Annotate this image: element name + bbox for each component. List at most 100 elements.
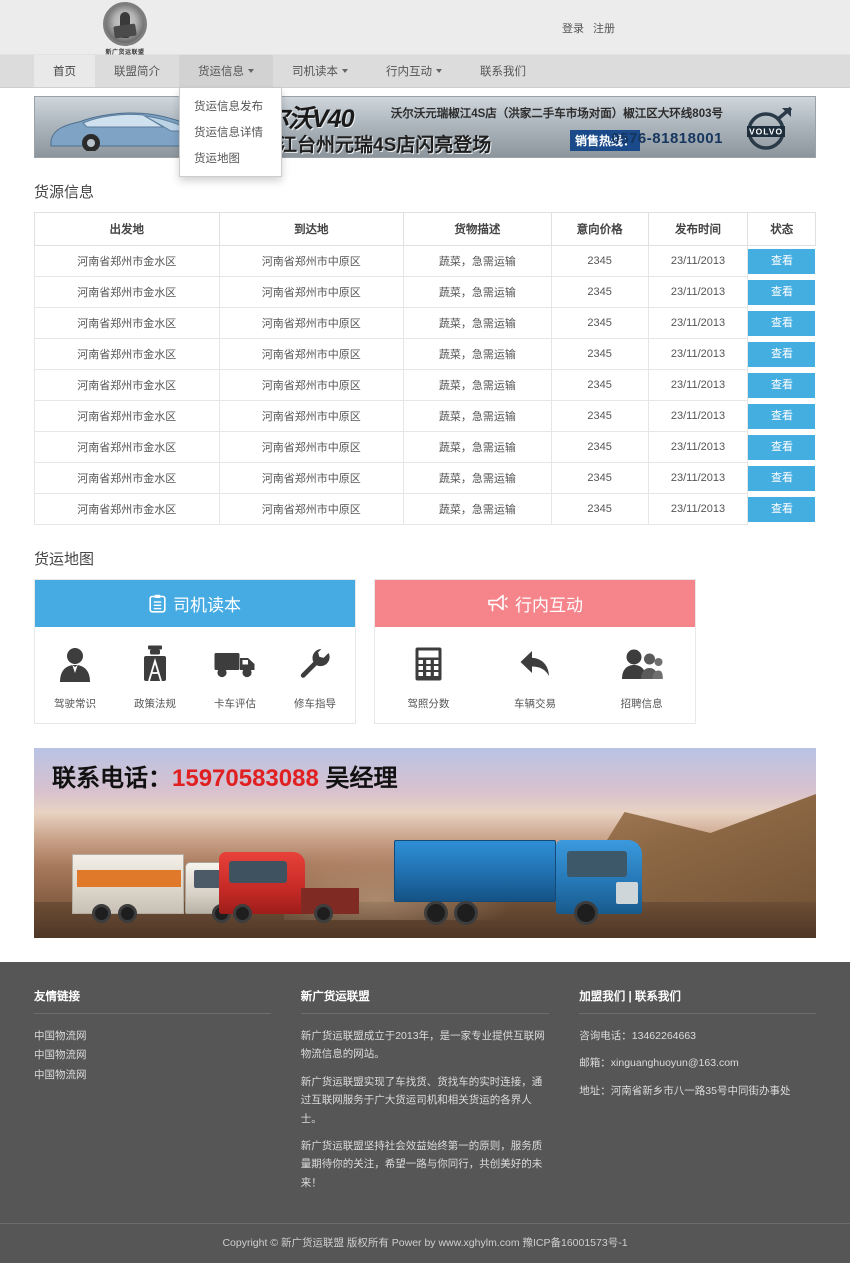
goods-cell-destination: 河南省郑州市中原区 (218, 338, 405, 370)
panel-cell-vehicle-trading[interactable]: 车辆交易 (482, 643, 589, 711)
panel-cell-recruitment-info[interactable]: 招聘信息 (588, 643, 695, 711)
goods-cell-origin: 河南省郑州市金水区 (34, 276, 220, 308)
industry-panel-header: 行内互动 (375, 580, 695, 627)
page-root: 新广货运联盟 登录 注册 首页 联盟简介 货运信息 货运信息发布 货运信息详情 … (0, 0, 850, 1263)
goods-cell-destination: 河南省郑州市中原区 (218, 276, 405, 308)
goods-cell-publishtime: 23/11/2013 (647, 493, 749, 525)
footer-link-item[interactable]: 中国物流网 (34, 1066, 271, 1085)
goods-cell-description: 蔬菜，急需运输 (403, 369, 552, 401)
nav-item-contact[interactable]: 联系我们 (461, 55, 545, 87)
goods-cell-publishtime: 23/11/2013 (647, 307, 749, 339)
nav-item-industry-interaction[interactable]: 行内互动 (367, 55, 461, 87)
goods-cell-origin: 河南省郑州市金水区 (34, 307, 220, 339)
view-details-button[interactable]: 查看 (748, 465, 816, 491)
footer-contact-heading: 加盟我们 | 联系我们 (579, 991, 681, 1003)
goods-cell-destination: 河南省郑州市中原区 (218, 431, 405, 463)
column-header-status: 状态 (747, 212, 816, 246)
panel-cell-license-points[interactable]: 驾照分数 (375, 643, 482, 711)
goods-cell-origin: 河南省郑州市金水区 (34, 431, 220, 463)
footer-links-heading: 友情链接 (34, 991, 80, 1003)
driver-handbook-panel: 司机读本 驾驶常识 政策法规 卡车评估 修车指导 (34, 579, 356, 724)
footer-link-item[interactable]: 中国物流网 (34, 1046, 271, 1065)
goods-cell-destination: 河南省郑州市中原区 (218, 307, 405, 339)
table-row: 河南省郑州市金水区 河南省郑州市中原区 蔬菜，急需运输 2345 23/11/2013 查… (34, 276, 816, 308)
nav-item-home[interactable]: 首页 (34, 55, 95, 87)
footer-about-paragraph: 新广货运联盟坚持社会效益始终第一的原则，服务质量期待你的关注，希望一路与你同行，… (300, 1139, 543, 1189)
top-header-bar: 新广货运联盟 登录 注册 (0, 0, 850, 56)
goods-information-table: 出发地 到达地 货物描述 意向价格 发布时间 状态 河南省郑州市金水区 河南省郑州… (34, 212, 816, 525)
panel-cell-truck-evaluation[interactable]: 卡车评估 (195, 643, 275, 711)
goods-cell-origin: 河南省郑州市金水区 (34, 245, 220, 277)
goods-cell-description: 蔬菜，急需运输 (403, 400, 552, 432)
view-details-button[interactable]: 查看 (748, 279, 816, 305)
person-icon (35, 643, 115, 685)
footer-contact-email: 邮箱：xinguanghuoyun@163.com (579, 1057, 739, 1070)
goods-cell-status: 查看 (747, 462, 816, 494)
dropdown-item-details[interactable]: 货运信息详情 (180, 119, 281, 145)
site-logo[interactable]: 新广货运联盟 (97, 2, 153, 56)
nav-item-about[interactable]: 联盟简介 (95, 55, 179, 87)
goods-cell-description: 蔬菜，急需运输 (403, 462, 552, 494)
register-link[interactable]: 注册 (593, 20, 615, 36)
industry-panel-heading: 行内互动 (515, 596, 583, 615)
view-details-button[interactable]: 查看 (748, 403, 816, 429)
goods-cell-description: 蔬菜，急需运输 (403, 307, 552, 339)
megaphone-icon (488, 594, 508, 612)
footer-link-item[interactable]: 中国物流网 (34, 1027, 271, 1046)
calculator-icon (375, 643, 482, 685)
footer-about-column: 新广货运联盟 新广货运联盟成立于2013年，是一家专业提供互联网物流信息的网站。… (300, 988, 550, 1201)
panel-cell-driving-knowledge[interactable]: 驾驶常识 (35, 643, 115, 711)
goods-cell-publishtime: 23/11/2013 (647, 245, 749, 277)
nav-item-freight-info[interactable]: 货运信息 货运信息发布 货运信息详情 货运地图 (179, 55, 282, 177)
goods-cell-price: 2345 (550, 431, 649, 463)
panel-cell-policy-regulations[interactable]: 政策法规 (115, 643, 195, 711)
view-details-button[interactable]: 查看 (748, 372, 816, 398)
panel-cell-label: 卡车评估 (214, 698, 256, 710)
volvo-advertisement-banner[interactable]: 沃尔沃V40 在浙江台州元瑞4S店闪亮登场 沃尔沃元瑞椒江4S店（洪家二手车市场… (34, 96, 816, 158)
goods-cell-price: 2345 (550, 462, 649, 494)
truck-contact-banner[interactable]: 联系电话：15970583088 吴经理 (34, 748, 816, 938)
copyright-bar: Copyright © 新广货运联盟 版权所有 Power by www.xgh… (0, 1223, 850, 1263)
view-details-button[interactable]: 查看 (748, 434, 816, 460)
goods-cell-price: 2345 (550, 369, 649, 401)
divider (300, 1013, 550, 1014)
goods-cell-origin: 河南省郑州市金水区 (34, 462, 220, 494)
table-row: 河南省郑州市金水区 河南省郑州市中原区 蔬菜，急需运输 2345 23/11/2013 查… (34, 369, 816, 401)
goods-cell-status: 查看 (747, 400, 816, 432)
driver-panel-body: 驾驶常识 政策法规 卡车评估 修车指导 (35, 627, 355, 723)
main-navigation: 首页 联盟简介 货运信息 货运信息发布 货运信息详情 货运地图 司机读本 行内互… (0, 55, 850, 177)
view-details-button[interactable]: 查看 (748, 341, 816, 367)
nav-item-label: 司机读本 (292, 66, 338, 78)
goods-cell-destination: 河南省郑州市中原区 (218, 462, 405, 494)
goods-cell-destination: 河南省郑州市中原区 (218, 369, 405, 401)
contact-manager: 吴经理 (325, 765, 398, 792)
table-row: 河南省郑州市金水区 河南省郑州市中原区 蔬菜，急需运输 2345 23/11/2013 查… (34, 338, 816, 370)
feature-panels: 司机读本 驾驶常识 政策法规 卡车评估 修车指导 行内互动 驾照分数 车辆交易 … (34, 579, 816, 724)
panel-cell-label: 修车指导 (294, 698, 336, 710)
footer-about-heading: 新广货运联盟 (300, 991, 370, 1003)
table-body: 河南省郑州市金水区 河南省郑州市中原区 蔬菜，急需运输 2345 23/11/2013 查… (34, 245, 816, 525)
dropdown-item-map[interactable]: 货运地图 (180, 145, 281, 171)
freight-info-dropdown-menu: 货运信息发布 货运信息详情 货运地图 (179, 88, 282, 177)
goods-cell-origin: 河南省郑州市金水区 (34, 369, 220, 401)
goods-cell-destination: 河南省郑州市中原区 (218, 245, 405, 277)
chevron-down-icon (436, 69, 442, 73)
nav-item-driver-handbook[interactable]: 司机读本 (273, 55, 367, 87)
footer-contact-phone: 咨询电话：13462264663 (579, 1030, 697, 1042)
view-details-button[interactable]: 查看 (748, 310, 816, 336)
view-details-button[interactable]: 查看 (748, 248, 816, 274)
view-details-button[interactable]: 查看 (748, 496, 816, 522)
goods-cell-price: 2345 (550, 245, 649, 277)
login-link[interactable]: 登录 (562, 20, 584, 36)
goods-cell-status: 查看 (747, 276, 816, 308)
dropdown-item-publish[interactable]: 货运信息发布 (180, 93, 281, 119)
table-row: 河南省郑州市金水区 河南省郑州市中原区 蔬菜，急需运输 2345 23/11/2013 查… (34, 431, 816, 463)
table-row: 河南省郑州市金水区 河南省郑州市中原区 蔬菜，急需运输 2345 23/11/2013 查… (34, 245, 816, 277)
group-users-icon (588, 643, 695, 685)
table-row: 河南省郑州市金水区 河南省郑州市中原区 蔬菜，急需运输 2345 23/11/2013 查… (34, 493, 816, 525)
goods-cell-status: 查看 (747, 307, 816, 339)
goods-cell-publishtime: 23/11/2013 (647, 431, 749, 463)
table-row: 河南省郑州市金水区 河南省郑州市中原区 蔬菜，急需运输 2345 23/11/2013 查… (34, 307, 816, 339)
panel-cell-repair-guide[interactable]: 修车指导 (275, 643, 355, 711)
footer-about-paragraph: 新广货运联盟成立于2013年，是一家专业提供互联网物流信息的网站。 (300, 1030, 545, 1061)
